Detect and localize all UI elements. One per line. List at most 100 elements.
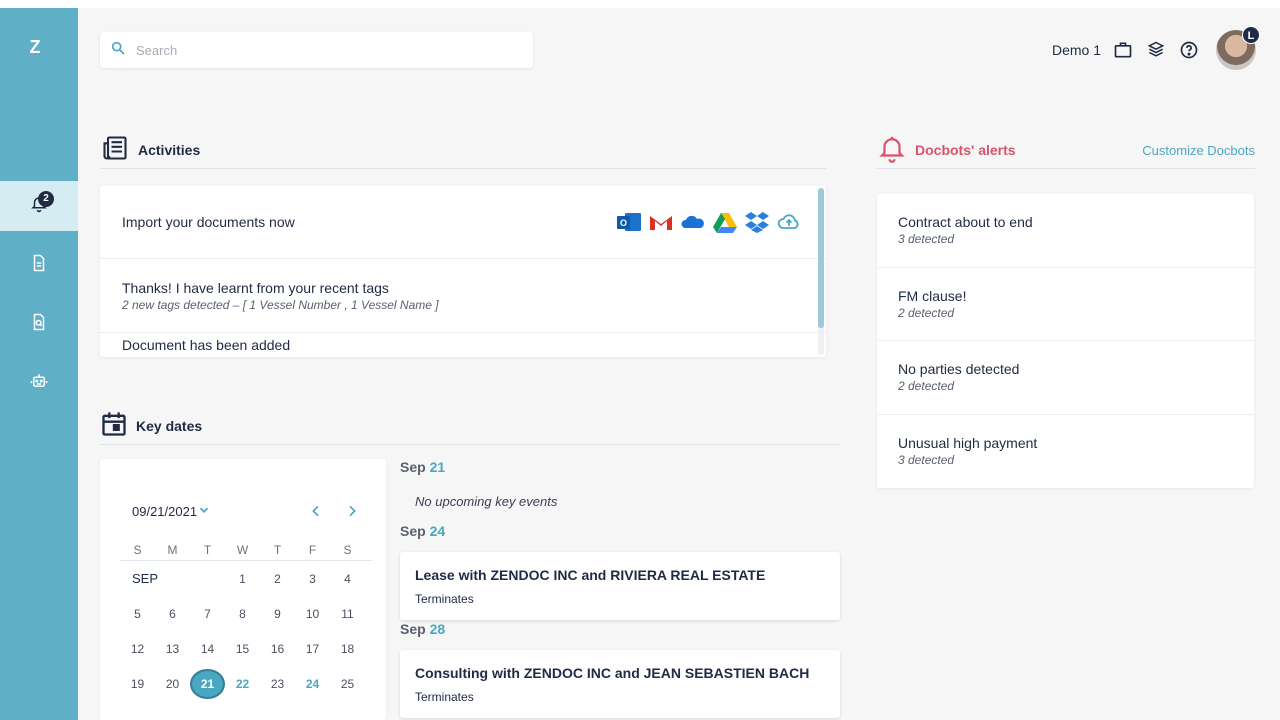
calendar-day[interactable]: 6 xyxy=(155,607,190,621)
avatar[interactable]: L xyxy=(1216,26,1260,70)
calendar-day[interactable]: 11 xyxy=(330,607,365,621)
calendar-day-today[interactable]: 21 xyxy=(190,668,225,699)
weekday-label: S xyxy=(343,542,352,557)
help-icon[interactable] xyxy=(1179,40,1199,60)
alert-count: 2 detected xyxy=(898,305,955,320)
calendar-day[interactable]: 9 xyxy=(260,607,295,621)
alert-title: FM clause! xyxy=(898,287,967,304)
briefcase-icon[interactable] xyxy=(1113,40,1133,60)
sidebar: Z 2 xyxy=(0,8,78,720)
import-sources: O xyxy=(610,210,802,234)
calendar-day[interactable]: 15 xyxy=(225,642,260,656)
month-label: SEP xyxy=(132,571,159,586)
weekday-label: W xyxy=(236,542,249,557)
calendar-day-event[interactable]: 24 xyxy=(295,677,330,691)
calendar-week: SEP 1 2 3 4 xyxy=(120,561,372,596)
event-card[interactable]: Consulting with ZENDOC INC and JEAN SEBA… xyxy=(400,650,840,718)
event-card[interactable]: Lease with ZENDOC INC and RIVIERA REAL E… xyxy=(400,552,840,620)
key-dates-title: Key dates xyxy=(136,418,203,434)
event-title: Consulting with ZENDOC INC and JEAN SEBA… xyxy=(415,665,810,681)
calendar-icon xyxy=(100,410,128,443)
search-input[interactable] xyxy=(136,42,516,58)
chevron-right-icon[interactable] xyxy=(342,501,362,521)
calendar-week: 19 20 21 22 23 24 25 xyxy=(120,666,372,701)
calendar: 09/21/2021 S M T W T F S SEP 1 2 3 4 5 6… xyxy=(100,459,386,720)
sidebar-item-docbots[interactable] xyxy=(0,358,78,408)
activity-tags-learnt[interactable]: Thanks! I have learnt from your recent t… xyxy=(100,259,826,333)
customize-docbots-link[interactable]: Customize Docbots xyxy=(1142,143,1255,158)
activities-scrollbar-thumb[interactable] xyxy=(818,188,824,328)
calendar-week: 5 6 7 8 9 10 11 xyxy=(120,596,372,631)
weekday-label: T xyxy=(273,542,282,557)
calendar-day[interactable]: 5 xyxy=(120,607,155,621)
alert-item[interactable]: FM clause! 2 detected xyxy=(877,268,1254,341)
cloud-upload-icon[interactable] xyxy=(776,210,802,234)
event-day: 28 xyxy=(429,621,446,637)
weekday-label: S xyxy=(133,542,142,557)
calendar-day[interactable]: 19 xyxy=(120,677,155,691)
calendar-day[interactable]: 16 xyxy=(260,642,295,656)
calendar-day[interactable]: 3 xyxy=(295,572,330,586)
calendar-day-event[interactable]: 22 xyxy=(225,677,260,691)
workspace-name[interactable]: Demo 1 xyxy=(1052,42,1101,58)
calendar-day[interactable]: 20 xyxy=(155,677,190,691)
calendar-day[interactable]: 25 xyxy=(330,677,365,691)
alerts-list: Contract about to end 3 detected FM clau… xyxy=(877,194,1254,488)
key-dates-header: Key dates xyxy=(100,408,840,445)
google-drive-icon[interactable] xyxy=(712,210,738,234)
calendar-day[interactable]: 17 xyxy=(295,642,330,656)
search-bar xyxy=(100,32,533,68)
app-logo[interactable]: Z xyxy=(26,38,44,56)
svg-text:O: O xyxy=(620,218,627,228)
calendar-day[interactable]: 8 xyxy=(225,607,260,621)
event-date-heading: Sep 24 xyxy=(400,523,445,539)
calendar-day[interactable]: 2 xyxy=(260,572,295,586)
calendar-day[interactable]: 10 xyxy=(295,607,330,621)
weekday-label: M xyxy=(167,542,178,557)
activity-document-added[interactable]: Document has been added xyxy=(100,333,826,357)
activity-subtext: 2 new tags detected – [ 1 Vessel Number … xyxy=(122,297,439,312)
avatar-badge: L xyxy=(1242,26,1260,44)
outlook-icon[interactable]: O xyxy=(616,210,642,234)
calendar-day[interactable]: 23 xyxy=(260,677,295,691)
calendar-day[interactable]: 14 xyxy=(190,642,225,656)
robot-icon xyxy=(30,372,48,395)
sidebar-item-documents[interactable] xyxy=(0,240,78,290)
dropbox-icon[interactable] xyxy=(744,210,770,234)
event-month: Sep xyxy=(400,459,426,475)
stack-icon[interactable] xyxy=(1146,40,1166,60)
notification-count-badge: 2 xyxy=(38,191,54,207)
activities-list: Import your documents now O Thanks! I ha… xyxy=(100,186,826,357)
app-frame: Z 2 Demo 1 xyxy=(0,8,1280,720)
date-picker[interactable]: 09/21/2021 xyxy=(132,503,211,520)
calendar-toolbar: 09/21/2021 xyxy=(132,501,362,521)
sidebar-item-notifications[interactable]: 2 xyxy=(0,181,78,231)
event-month: Sep xyxy=(400,523,426,539)
onedrive-icon[interactable] xyxy=(680,210,706,234)
event-date-heading: Sep 21 xyxy=(400,459,445,475)
activity-text: Document has been added xyxy=(122,337,291,353)
weekday-label: F xyxy=(308,542,317,557)
calendar-day[interactable]: 13 xyxy=(155,642,190,656)
sidebar-item-search-documents[interactable] xyxy=(0,299,78,349)
newspaper-icon xyxy=(100,134,130,167)
activity-import[interactable]: Import your documents now O xyxy=(100,186,826,259)
calendar-day[interactable]: 4 xyxy=(330,572,365,586)
calendar-day-wrapper: 21 xyxy=(190,668,225,699)
alert-item[interactable]: Unusual high payment 3 detected xyxy=(877,415,1254,489)
alert-item[interactable]: No parties detected 2 detected xyxy=(877,341,1254,415)
calendar-day[interactable]: 1 xyxy=(225,572,260,586)
gmail-icon[interactable] xyxy=(648,210,674,234)
calendar-day[interactable]: 18 xyxy=(330,642,365,656)
calendar-day[interactable]: 12 xyxy=(120,642,155,656)
calendar-day[interactable]: 7 xyxy=(190,607,225,621)
alerts-title-group: Docbots' alerts xyxy=(877,133,1016,168)
chevron-down-icon xyxy=(197,503,211,520)
alert-item[interactable]: Contract about to end 3 detected xyxy=(877,194,1254,268)
calendar-grid: S M T W T F S SEP 1 2 3 4 5 6 7 8 9 10 1… xyxy=(120,539,372,701)
alert-count: 3 detected xyxy=(898,232,955,247)
event-title: Lease with ZENDOC INC and RIVIERA REAL E… xyxy=(415,567,766,583)
alert-title: No parties detected xyxy=(898,361,1020,378)
weekday-header: S M T W T F S xyxy=(120,539,372,561)
chevron-left-icon[interactable] xyxy=(306,501,326,521)
